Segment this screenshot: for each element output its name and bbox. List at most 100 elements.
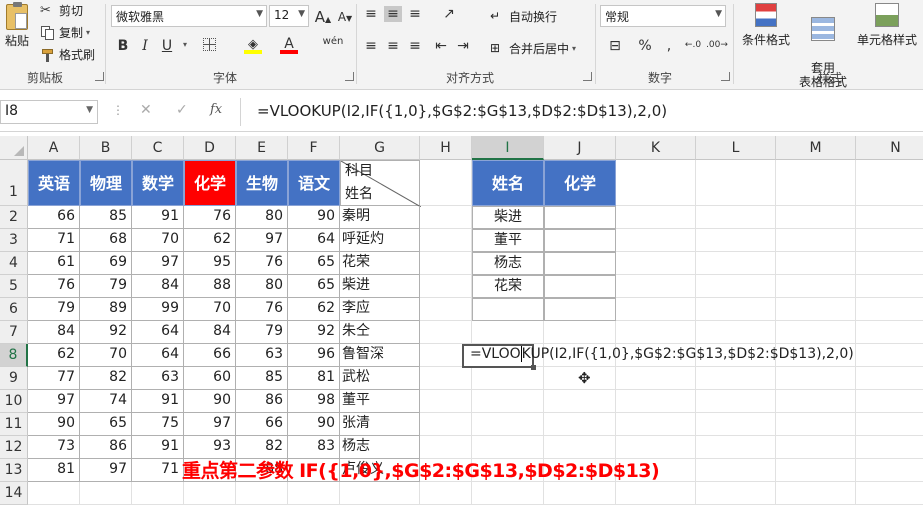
lookup-name-cell[interactable]: [472, 298, 544, 321]
score-cell[interactable]: 91: [132, 436, 184, 459]
column-header-H[interactable]: H: [420, 136, 472, 160]
column-header-G[interactable]: G: [340, 136, 420, 160]
score-cell[interactable]: 91: [132, 390, 184, 413]
column-header-A[interactable]: A: [28, 136, 80, 160]
score-cell[interactable]: 66: [184, 344, 236, 367]
clipboard-launcher-icon[interactable]: [95, 72, 104, 81]
score-cell[interactable]: 70: [184, 298, 236, 321]
score-cell[interactable]: 69: [80, 252, 132, 275]
font-name-select[interactable]: 微软雅黑 ▼: [111, 5, 267, 27]
font-launcher-icon[interactable]: [345, 72, 354, 81]
phonetic-button[interactable]: wén: [318, 36, 348, 47]
score-cell[interactable]: 82: [80, 367, 132, 390]
row-header-11[interactable]: 11: [0, 413, 28, 436]
score-cell[interactable]: 85: [236, 367, 288, 390]
score-cell[interactable]: 86: [80, 436, 132, 459]
score-cell[interactable]: 88: [184, 275, 236, 298]
align-middle-button[interactable]: ≡: [384, 6, 402, 22]
format-as-table-button[interactable]: 套用 表格格式: [794, 3, 852, 103]
decrease-decimal-button[interactable]: .00→: [706, 40, 728, 50]
column-header-D[interactable]: D: [184, 136, 236, 160]
number-launcher-icon[interactable]: [721, 72, 730, 81]
select-all-corner[interactable]: [0, 136, 28, 160]
score-cell[interactable]: 66: [236, 413, 288, 436]
score-cell[interactable]: 97: [236, 229, 288, 252]
increase-decimal-button[interactable]: ←.0: [682, 40, 704, 50]
row-header-9[interactable]: 9: [0, 367, 28, 390]
bold-button[interactable]: B: [114, 38, 132, 54]
lookup-name-cell[interactable]: 董平: [472, 229, 544, 252]
lookup-result-cell[interactable]: [544, 298, 616, 321]
header-cell-B[interactable]: 物理: [80, 160, 132, 206]
row-header-7[interactable]: 7: [0, 321, 28, 344]
row-header-13[interactable]: 13: [0, 459, 28, 482]
lookup-name-cell[interactable]: 柴进: [472, 206, 544, 229]
name-cell[interactable]: 李应: [340, 298, 420, 321]
name-cell[interactable]: 董平: [340, 390, 420, 413]
wrap-text-button[interactable]: ↵ 自动换行: [490, 8, 557, 25]
score-cell[interactable]: 92: [288, 321, 340, 344]
name-cell[interactable]: 花荣: [340, 252, 420, 275]
score-cell[interactable]: 92: [80, 321, 132, 344]
score-cell[interactable]: 89: [80, 298, 132, 321]
column-header-F[interactable]: F: [288, 136, 340, 160]
name-cell[interactable]: 鲁智深: [340, 344, 420, 367]
score-cell[interactable]: 75: [132, 413, 184, 436]
score-cell[interactable]: 76: [236, 252, 288, 275]
column-header-C[interactable]: C: [132, 136, 184, 160]
score-cell[interactable]: 97: [80, 459, 132, 482]
alignment-launcher-icon[interactable]: [583, 72, 592, 81]
header-cell-F[interactable]: 语文: [288, 160, 340, 206]
fill-handle[interactable]: [531, 365, 536, 370]
score-cell[interactable]: 76: [236, 298, 288, 321]
insert-function-icon[interactable]: fx: [210, 102, 222, 117]
conditional-format-button[interactable]: 条件格式: [738, 3, 794, 47]
paste-button[interactable]: 粘贴: [2, 2, 32, 48]
score-cell[interactable]: 76: [184, 206, 236, 229]
score-cell[interactable]: 81: [288, 367, 340, 390]
name-cell[interactable]: 呼延灼: [340, 229, 420, 252]
score-cell[interactable]: 65: [80, 413, 132, 436]
score-cell[interactable]: 97: [28, 390, 80, 413]
score-cell[interactable]: 74: [80, 390, 132, 413]
shrink-font-button[interactable]: A▼: [336, 10, 354, 24]
score-cell[interactable]: 63: [236, 344, 288, 367]
font-size-select[interactable]: 12 ▼: [269, 5, 309, 27]
name-cell[interactable]: 武松: [340, 367, 420, 390]
lookup-result-cell[interactable]: [544, 275, 616, 298]
score-cell[interactable]: 60: [184, 367, 236, 390]
row-header-6[interactable]: 6: [0, 298, 28, 321]
score-cell[interactable]: 84: [132, 275, 184, 298]
score-cell[interactable]: 70: [132, 229, 184, 252]
row-header-14[interactable]: 14: [0, 482, 28, 505]
row-header-3[interactable]: 3: [0, 229, 28, 252]
decrease-indent-button[interactable]: ⇤: [432, 38, 450, 54]
formula-input[interactable]: =VLOOKUP(I2,IF({1,0},$G$2:$G$13,$D$2:$D$…: [240, 98, 923, 126]
score-cell[interactable]: 63: [132, 367, 184, 390]
header-cell-C[interactable]: 数学: [132, 160, 184, 206]
italic-button[interactable]: I: [136, 38, 154, 54]
borders-button[interactable]: [200, 38, 218, 55]
lookup-result-cell[interactable]: [544, 229, 616, 252]
score-cell[interactable]: 71: [132, 459, 184, 482]
cell-edit-text[interactable]: =VLOOKUP(I2,IF({1,0},$G$2:$G$13,$D$2:$D$…: [470, 346, 854, 362]
name-cell[interactable]: 张清: [340, 413, 420, 436]
column-header-J[interactable]: J: [544, 136, 616, 160]
orientation-button[interactable]: ↗: [440, 6, 458, 22]
increase-indent-button[interactable]: ⇥: [454, 38, 472, 54]
score-cell[interactable]: 96: [288, 344, 340, 367]
lookup-header-0[interactable]: 姓名: [472, 160, 544, 206]
score-cell[interactable]: 76: [28, 275, 80, 298]
score-cell[interactable]: 62: [184, 229, 236, 252]
score-cell[interactable]: 90: [184, 390, 236, 413]
score-cell[interactable]: 79: [236, 321, 288, 344]
score-cell[interactable]: 97: [132, 252, 184, 275]
score-cell[interactable]: 90: [288, 206, 340, 229]
row-header-4[interactable]: 4: [0, 252, 28, 275]
score-cell[interactable]: 73: [28, 436, 80, 459]
align-center-button[interactable]: ≡: [384, 38, 402, 54]
name-cell[interactable]: 朱仝: [340, 321, 420, 344]
name-cell[interactable]: 秦明: [340, 206, 420, 229]
enter-icon[interactable]: ✓: [176, 102, 188, 118]
column-header-L[interactable]: L: [696, 136, 776, 160]
